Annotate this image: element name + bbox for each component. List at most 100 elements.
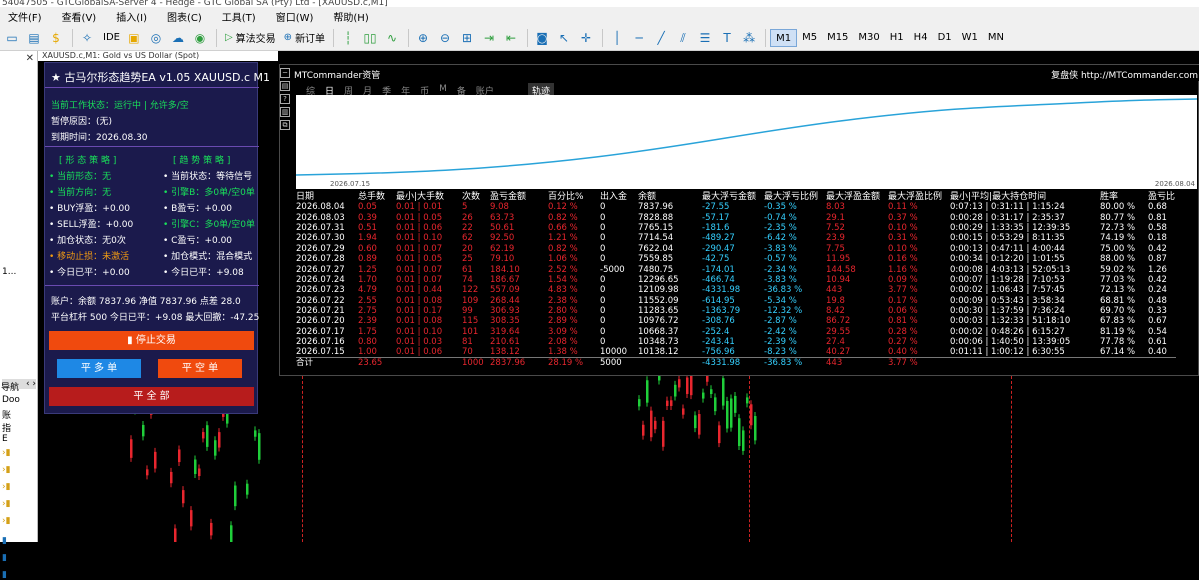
column-header[interactable]: 最小|平均|最大持仓时间 [950,189,1100,202]
column-header[interactable]: 日期 [296,189,358,202]
column-header[interactable]: 最小|大手数 [396,189,462,202]
menu-file[interactable]: 文件(F) [8,9,42,24]
menu-help[interactable]: 帮助(H) [333,9,368,24]
table-row[interactable]: 2026.07.24 1.70 0.01 | 0.07 74 186.67 1.54 % 0… [296,275,1176,285]
column-header[interactable]: 盈亏比 [1148,189,1176,202]
cursor-icon[interactable]: ↖ [554,29,574,47]
profiles-icon[interactable]: ▤ [24,29,44,47]
table-row[interactable]: 2026.07.28 0.89 0.01 | 0.05 25 79.10 1.06 % 0 7… [296,254,1176,264]
signal-icon[interactable]: ◎ [146,29,166,47]
chart-tab[interactable]: XAUUSD.c,M1: Gold vs US Dollar (Spot) [38,51,278,61]
table-row[interactable]: 2026.07.16 0.80 0.01 | 0.03 81 210.61 2.08 % 0… [296,337,1176,347]
column-header[interactable]: 最大浮盈比例 [888,189,950,202]
column-header[interactable]: 百分比% [548,189,600,202]
table-row[interactable]: 2026.07.30 1.94 0.01 | 0.10 62 92.50 1.21 % 0 7… [296,233,1176,243]
auto-scroll-icon[interactable]: ⇥ [479,29,499,47]
table-row[interactable]: 2026.07.20 2.39 0.01 | 0.08 115 308.35 2.89 %… [296,316,1176,326]
close-buy-button[interactable]: 平 多 单 [57,359,141,378]
horizontal-line-icon[interactable]: ─ [629,29,649,47]
meta-editor-icon[interactable]: ✧ [77,29,97,47]
shapes-icon[interactable]: ⁂ [739,29,759,47]
timeframe-h1[interactable]: H1 [885,29,909,47]
copy-icon[interactable]: ⧉ [280,120,290,130]
expert-icon[interactable]: ▮ [2,553,7,563]
column-header[interactable]: 最大浮亏比例 [764,189,826,202]
new-chart-icon[interactable]: ▭ [2,29,22,47]
navigator-item[interactable]: E [2,434,8,444]
timeframe-w1[interactable]: W1 [957,29,983,47]
lock-icon[interactable]: ▣ [124,29,144,47]
table-row[interactable]: 2026.07.22 2.55 0.01 | 0.08 109 268.44 2.38 %… [296,296,1176,306]
channel-icon[interactable]: ⫽ [673,29,693,47]
table-row[interactable]: 2026.08.04 0.05 0.01 | 0.01 5 9.08 0.12 % 0 783… [296,202,1176,212]
algo-trading-button[interactable]: ▷ 算法交易 [221,29,280,47]
column-header[interactable]: 胜率 [1100,189,1148,202]
folder-icon[interactable]: ›▮ [2,499,11,509]
calendar-icon[interactable]: ▤ [280,81,290,91]
timeframe-m30[interactable]: M30 [853,29,884,47]
stop-trading-button[interactable]: ▮ 停止交易 [49,331,254,350]
chart-shift-icon[interactable]: ⇤ [501,29,521,47]
timeframe-m15[interactable]: M15 [822,29,853,47]
timeframe-m5[interactable]: M5 [797,29,822,47]
navigator-item[interactable]: 账 [2,408,11,421]
help-icon[interactable]: ? [280,94,290,104]
menu-window[interactable]: 窗口(W) [276,9,314,24]
cloud-icon[interactable]: ☁ [168,29,188,47]
timeframe-d1[interactable]: D1 [933,29,957,47]
table-row[interactable]: 2026.07.31 0.51 0.01 | 0.06 22 50.61 0.66 % 0 7… [296,223,1176,233]
folder-icon[interactable]: ›▮ [2,482,11,492]
table-cell: 25 [462,254,473,265]
expert-icon[interactable]: ▮ [2,536,7,546]
timeframe-m1[interactable]: M1 [770,28,798,47]
navigator-item[interactable]: Doo [2,395,20,405]
folder-icon[interactable]: ›▮ [2,448,11,458]
close-icon[interactable]: ✕ [26,53,34,64]
column-header[interactable]: 余额 [638,189,702,202]
navigator-item[interactable]: 指 [2,421,11,434]
table-row[interactable]: 2026.08.03 0.39 0.01 | 0.05 26 63.73 0.82 % 0 7… [296,212,1176,223]
new-order-button[interactable]: ⊕ 新订单 [280,29,329,47]
table-row[interactable]: 2026.07.23 4.79 0.01 | 0.44 122 557.09 4.83 %… [296,285,1176,295]
expert-icon[interactable]: ▮ [2,570,7,580]
table-row[interactable]: 2026.07.15 1.00 0.01 | 0.06 70 138.12 1.38 % 1… [296,347,1176,358]
zoom-out-icon[interactable]: ⊖ [435,29,455,47]
table-row[interactable]: 2026.07.21 2.75 0.01 | 0.17 99 306.93 2.80 % 0… [296,306,1176,316]
zoom-in-icon[interactable]: ⊕ [413,29,433,47]
menu-view[interactable]: 查看(V) [62,9,97,24]
fibonacci-icon[interactable]: ☰ [695,29,715,47]
text-icon[interactable]: T [717,29,737,47]
table-row[interactable]: 2026.07.17 1.75 0.01 | 0.10 101 319.64 3.09 %… [296,327,1176,337]
column-header[interactable]: 最大浮盈金额 [826,189,888,202]
column-header[interactable]: 出入金 [600,189,638,202]
screenshot-icon[interactable]: ◙ [532,29,552,47]
line-chart-icon[interactable]: ∿ [382,29,402,47]
timeframe-mn[interactable]: MN [983,29,1009,47]
column-header[interactable]: 次数 [462,189,490,202]
folder-icon[interactable]: ›▮ [2,465,11,475]
column-header[interactable]: 盈亏金额 [490,189,548,202]
table-row[interactable]: 2026.07.29 0.60 0.01 | 0.07 20 62.19 0.82 % 0 7… [296,244,1176,254]
trendline-icon[interactable]: ╱ [651,29,671,47]
menu-insert[interactable]: 插入(I) [116,9,147,24]
menu-tools[interactable]: 工具(T) [222,9,256,24]
candles-icon[interactable]: ▯▯ [360,29,380,47]
close-sell-button[interactable]: 平 空 单 [158,359,242,378]
minimize-icon[interactable]: ─ [280,68,290,78]
folder-icon[interactable]: ›▮ [2,516,11,526]
tile-windows-icon[interactable]: ⊞ [457,29,477,47]
mtc-url-link[interactable]: 复盘侠 http://MTCommander.com [1051,68,1198,81]
table-row[interactable]: 2026.07.27 1.25 0.01 | 0.07 61 184.10 2.52 % -… [296,264,1176,275]
crosshair-icon[interactable]: ✛ [576,29,596,47]
vertical-line-icon[interactable]: │ [607,29,627,47]
timeframe-h4[interactable]: H4 [909,29,933,47]
bar-chart-icon[interactable]: ┆ [338,29,358,47]
menu-chart[interactable]: 图表(C) [167,9,202,24]
report-icon[interactable]: ▥ [280,107,290,117]
vps-icon[interactable]: ◉ [190,29,210,47]
column-header[interactable]: 最大浮亏金额 [702,189,764,202]
column-header[interactable]: 总手数 [358,189,396,202]
market-watch-icon[interactable]: $ [46,29,66,47]
ide-button[interactable]: IDE [99,29,124,47]
close-all-button[interactable]: 平 全 部 [49,387,254,406]
